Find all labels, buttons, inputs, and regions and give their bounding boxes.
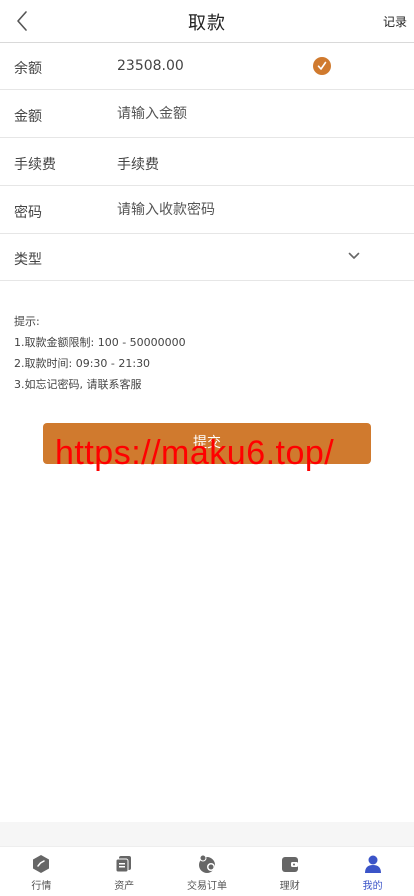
tab-label: 行情 [31, 881, 52, 892]
fee-value: 手续费 [117, 157, 159, 173]
tab-orders[interactable]: 交易订单 [166, 847, 249, 896]
tab-label: 我的 [362, 881, 383, 892]
tips-section: 提示: 1.取款金额限制: 100 - 50000000 2.取款时间: 09:… [14, 311, 186, 395]
fee-row: 手续费 手续费 [0, 139, 414, 186]
page-title: 取款 [188, 13, 226, 34]
submit-button[interactable]: 提交 [43, 423, 371, 464]
type-label: 类型 [14, 252, 42, 268]
tab-wealth[interactable]: 理财 [248, 847, 331, 896]
assets-icon [115, 856, 132, 873]
chevron-down-icon [348, 252, 360, 259]
password-label: 密码 [14, 205, 42, 221]
password-input[interactable] [117, 197, 387, 223]
tab-assets[interactable]: 资产 [83, 847, 166, 896]
type-select[interactable] [100, 234, 400, 280]
user-icon [364, 855, 381, 873]
amount-input[interactable] [117, 101, 387, 127]
withdraw-page: 取款 记录 余额 23508.00 金额 手续费 手续费 密码 类型 [0, 0, 414, 896]
tips-heading: 提示: [14, 315, 40, 328]
balance-row: 余额 23508.00 [0, 43, 414, 90]
bottom-tab-bar: 行情 资产 交易订单 理财 我的 [0, 846, 414, 896]
verified-check-icon [313, 57, 331, 75]
fee-label: 手续费 [14, 157, 56, 173]
amount-label: 金额 [14, 109, 42, 125]
tip-line: 3.如忘记密码, 请联系客服 [14, 378, 142, 391]
tab-mine[interactable]: 我的 [331, 847, 414, 896]
tip-line: 1.取款金额限制: 100 - 50000000 [14, 336, 186, 349]
tab-label: 理财 [279, 881, 300, 892]
tab-label: 交易订单 [186, 881, 227, 892]
balance-value: 23508.00 [117, 58, 184, 74]
tab-label: 资产 [114, 881, 135, 892]
top-nav-bar: 取款 记录 [0, 0, 414, 43]
amount-row: 金额 [0, 91, 414, 138]
orders-icon [198, 854, 215, 873]
market-icon [33, 855, 50, 873]
balance-label: 余额 [14, 61, 42, 77]
wallet-icon [281, 857, 298, 872]
type-row: 类型 [0, 234, 414, 281]
password-row: 密码 [0, 187, 414, 234]
bottom-spacer [0, 822, 414, 846]
tab-market[interactable]: 行情 [0, 847, 83, 896]
records-link[interactable]: 记录 [383, 13, 407, 30]
tip-line: 2.取款时间: 09:30 - 21:30 [14, 357, 151, 370]
